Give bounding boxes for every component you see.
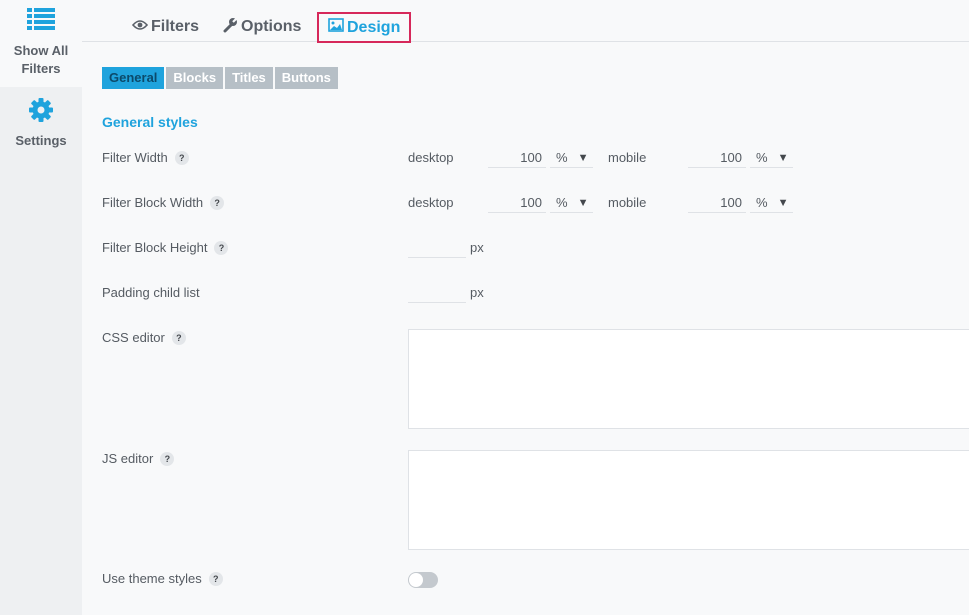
use-theme-styles-toggle[interactable] <box>408 572 438 588</box>
use-theme-styles-label: Use theme styles ? <box>102 571 223 586</box>
help-icon[interactable]: ? <box>160 451 175 466</box>
unit-value: % <box>756 150 768 165</box>
help-icon[interactable]: ? <box>214 240 229 255</box>
filter-block-width-label: Filter Block Width ? <box>102 195 225 210</box>
unit-value: % <box>756 195 768 210</box>
subtab-titles[interactable]: Titles <box>225 67 273 89</box>
help-icon[interactable]: ? <box>208 571 223 586</box>
filter-block-width-mobile-input[interactable] <box>688 193 746 213</box>
filter-block-width-mobile-unit-select[interactable]: % ▼ <box>750 193 793 213</box>
row-label-text: Use theme styles <box>102 571 202 586</box>
filter-block-height-input[interactable] <box>408 238 466 258</box>
filter-block-height-label: Filter Block Height ? <box>102 240 229 255</box>
help-icon[interactable]: ? <box>174 150 189 165</box>
px-unit-label: px <box>470 240 484 255</box>
dropdown-arrow-icon: ▼ <box>777 196 789 209</box>
sidebar-item-label: Show All Filters <box>13 43 69 76</box>
wrench-icon <box>222 16 241 38</box>
sidebar: Show All Filters Settings <box>0 0 82 615</box>
sidebar-item-settings[interactable]: Settings <box>0 87 82 148</box>
tab-design[interactable]: Design <box>317 12 412 43</box>
tab-filters[interactable]: Filters <box>131 12 200 42</box>
tab-label: Options <box>241 18 302 35</box>
unit-value: % <box>556 195 568 210</box>
dropdown-arrow-icon: ▼ <box>577 196 589 209</box>
help-icon[interactable]: ? <box>210 195 225 210</box>
tab-bar: Filters Options Design <box>82 0 969 43</box>
mobile-label: mobile <box>608 150 647 165</box>
filter-width-mobile-unit-select[interactable]: % ▼ <box>750 148 793 168</box>
row-label-text: Filter Block Width <box>102 195 204 210</box>
desktop-label: desktop <box>408 150 454 165</box>
main-panel: Filters Options Design General Blocks Ti… <box>82 0 969 615</box>
subtab-blocks[interactable]: Blocks <box>166 67 224 89</box>
px-unit-label: px <box>470 285 484 300</box>
filter-block-width-desktop-input[interactable] <box>488 193 546 213</box>
unit-value: % <box>556 150 568 165</box>
list-icon <box>26 7 56 36</box>
tab-label: Design <box>347 18 401 36</box>
row-label-text: Padding child list <box>102 285 200 300</box>
css-editor-textarea[interactable] <box>408 329 969 429</box>
help-icon[interactable]: ? <box>171 330 186 345</box>
css-editor-label: CSS editor ? <box>102 330 186 345</box>
gear-icon <box>28 97 54 128</box>
subtab-general[interactable]: General <box>102 67 165 89</box>
row-label-text: Filter Width <box>102 150 168 165</box>
subtab-buttons[interactable]: Buttons <box>274 67 338 89</box>
tab-options[interactable]: Options <box>222 12 301 42</box>
row-label-text: CSS editor <box>102 330 165 345</box>
filter-width-desktop-unit-select[interactable]: % ▼ <box>550 148 593 168</box>
sidebar-item-show-all-filters[interactable]: Show All Filters <box>0 0 82 87</box>
subtab-bar: General Blocks Titles Buttons <box>102 67 340 89</box>
filter-width-desktop-input[interactable] <box>488 148 546 168</box>
padding-child-list-input[interactable] <box>408 283 466 303</box>
row-label-text: JS editor <box>102 451 154 466</box>
dropdown-arrow-icon: ▼ <box>777 151 789 164</box>
image-icon <box>328 18 347 37</box>
desktop-label: desktop <box>408 195 454 210</box>
padding-child-list-label: Padding child list <box>102 285 200 300</box>
sidebar-item-label: Settings <box>15 133 67 148</box>
dropdown-arrow-icon: ▼ <box>577 151 589 164</box>
section-title: General styles <box>102 114 198 130</box>
filter-width-label: Filter Width ? <box>102 150 189 165</box>
js-editor-label: JS editor ? <box>102 451 175 466</box>
js-editor-textarea[interactable] <box>408 450 969 550</box>
filter-block-width-desktop-unit-select[interactable]: % ▼ <box>550 193 593 213</box>
toggle-knob <box>409 573 423 587</box>
filter-width-mobile-input[interactable] <box>688 148 746 168</box>
row-label-text: Filter Block Height <box>102 240 208 255</box>
mobile-label: mobile <box>608 195 647 210</box>
eye-icon <box>131 18 151 36</box>
tab-label: Filters <box>151 18 200 35</box>
